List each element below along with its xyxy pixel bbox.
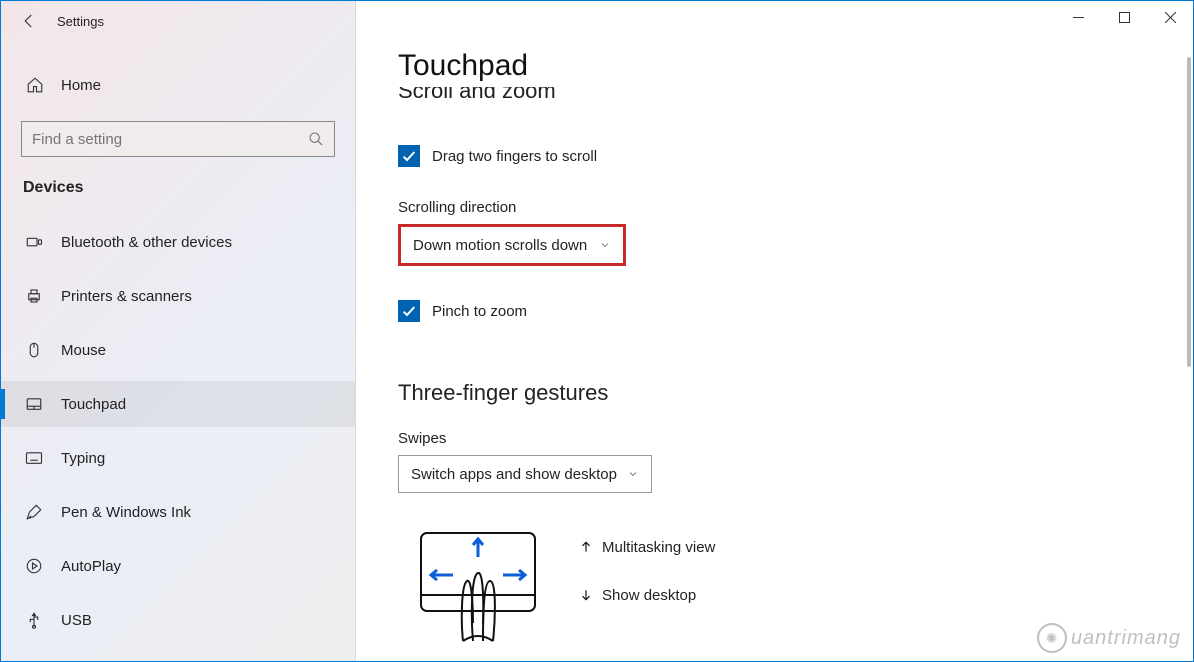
back-button[interactable]	[11, 3, 47, 39]
sidebar-item-mouse[interactable]: Mouse	[1, 327, 355, 373]
scrolling-direction-dropdown[interactable]: Down motion scrolls down	[398, 224, 626, 266]
search-icon	[308, 131, 324, 147]
sidebar: Settings Home Devices Bluetooth & other …	[1, 1, 356, 661]
scrolling-direction-label: Scrolling direction	[398, 199, 1193, 216]
chevron-down-icon	[627, 468, 639, 480]
sidebar-item-label: Typing	[61, 450, 105, 467]
pen-icon	[21, 503, 47, 521]
legend-label: Show desktop	[602, 587, 696, 604]
home-label: Home	[61, 77, 101, 94]
watermark-text: uantrimang	[1071, 627, 1181, 650]
swipes-label: Swipes	[398, 430, 1193, 447]
sidebar-item-label: Printers & scanners	[61, 288, 192, 305]
bluetooth-icon	[21, 233, 47, 251]
sidebar-item-label: AutoPlay	[61, 558, 121, 575]
keyboard-icon	[21, 451, 47, 465]
sidebar-item-label: Pen & Windows Ink	[61, 504, 191, 521]
usb-icon	[21, 611, 47, 629]
search-field[interactable]	[32, 131, 308, 148]
legend-label: Multitasking view	[602, 539, 715, 556]
autoplay-icon	[21, 557, 47, 575]
maximize-button[interactable]	[1101, 1, 1147, 33]
page-title: Touchpad	[398, 49, 1193, 83]
dropdown-value: Down motion scrolls down	[413, 237, 587, 254]
sidebar-item-usb[interactable]: USB	[1, 597, 355, 643]
app-title: Settings	[57, 14, 104, 29]
checkbox-checked-icon	[398, 145, 420, 167]
chevron-down-icon	[599, 239, 611, 251]
section-heading-scroll-zoom: Scroll and zoom	[398, 87, 1193, 111]
checkbox-drag-two-fingers[interactable]: Drag two fingers to scroll	[398, 145, 1193, 167]
sidebar-section-title: Devices	[1, 179, 355, 197]
home-icon	[23, 76, 47, 94]
arrow-up-icon	[570, 540, 602, 554]
legend-row-down: Show desktop	[570, 571, 715, 619]
sidebar-item-label: Touchpad	[61, 396, 126, 413]
sidebar-item-touchpad[interactable]: Touchpad	[1, 381, 355, 427]
printer-icon	[21, 287, 47, 305]
touchpad-icon	[21, 395, 47, 413]
dropdown-value: Switch apps and show desktop	[411, 466, 617, 483]
sidebar-item-typing[interactable]: Typing	[1, 435, 355, 481]
checkbox-checked-icon	[398, 300, 420, 322]
sidebar-item-bluetooth[interactable]: Bluetooth & other devices	[1, 219, 355, 265]
arrow-down-icon	[570, 588, 602, 602]
sidebar-item-home[interactable]: Home	[1, 63, 355, 107]
watermark: ✺ uantrimang	[1037, 623, 1181, 653]
minimize-button[interactable]	[1055, 1, 1101, 33]
vertical-scrollbar[interactable]	[1187, 57, 1191, 367]
checkbox-label: Drag two fingers to scroll	[432, 148, 597, 165]
checkbox-label: Pinch to zoom	[432, 303, 527, 320]
search-input[interactable]	[21, 121, 335, 157]
watermark-icon: ✺	[1037, 623, 1067, 653]
sidebar-item-label: Mouse	[61, 342, 106, 359]
three-finger-gesture-illustration	[398, 523, 558, 643]
sidebar-item-autoplay[interactable]: AutoPlay	[1, 543, 355, 589]
legend-row-up: Multitasking view	[570, 523, 715, 571]
swipes-dropdown[interactable]: Switch apps and show desktop	[398, 455, 652, 493]
sidebar-item-printers[interactable]: Printers & scanners	[1, 273, 355, 319]
sidebar-item-pen[interactable]: Pen & Windows Ink	[1, 489, 355, 535]
checkbox-pinch-zoom[interactable]: Pinch to zoom	[398, 300, 1193, 322]
section-heading-three-finger: Three-finger gestures	[398, 380, 1193, 406]
main-panel: Touchpad Scroll and zoom Drag two finger…	[356, 1, 1193, 661]
mouse-icon	[21, 341, 47, 359]
sidebar-item-label: USB	[61, 612, 92, 629]
close-button[interactable]	[1147, 1, 1193, 33]
sidebar-item-label: Bluetooth & other devices	[61, 234, 232, 251]
